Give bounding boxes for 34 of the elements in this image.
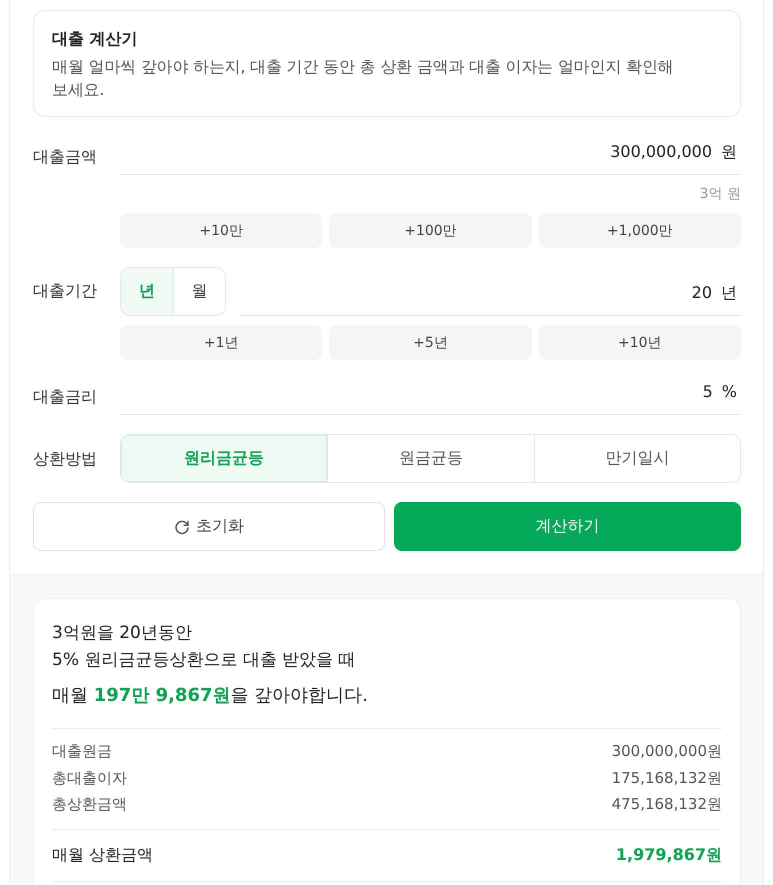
card-description: 매월 얼마씩 갚아야 하는지, 대출 기간 동안 총 상환 금액과 대출 이자는 얼마인지 확인해 보세요. xyxy=(52,56,674,101)
monthly-payment-value: 1,979,867원 xyxy=(616,844,722,866)
reset-button[interactable]: 초기화 xyxy=(33,502,385,551)
unit-label: 원 xyxy=(721,141,737,163)
unit-toggle-option[interactable]: 월 xyxy=(173,268,225,315)
add-amount-button[interactable]: +1,000만 xyxy=(538,213,741,248)
detail-label: 총대출이자 xyxy=(52,768,127,788)
add-period-button[interactable]: +10년 xyxy=(538,325,741,360)
field-label: 대출금액 xyxy=(33,146,98,168)
detail-value: 300,000,000원 xyxy=(612,741,722,762)
refresh-icon xyxy=(174,518,190,534)
add-amount-button[interactable]: +10만 xyxy=(120,213,322,248)
amount-hint: 3억 원 xyxy=(698,185,741,204)
card-title: 대출 계산기 xyxy=(52,28,139,50)
amount-input[interactable]: 300,000,000 xyxy=(120,141,712,163)
unit-label: 년 xyxy=(721,282,737,304)
result-summary: 3억원을 20년동안 xyxy=(52,622,193,645)
result-summary: 5% 원리금균등상환으로 대출 받았을 때 xyxy=(52,649,357,672)
field-label: 상환방법 xyxy=(33,448,98,470)
repayment-method-option[interactable]: 만기일시 xyxy=(534,435,740,482)
add-period-button[interactable]: +5년 xyxy=(329,325,532,360)
detail-value: 475,168,132원 xyxy=(612,794,722,815)
unit-label: % xyxy=(722,381,737,403)
field-label: 대출금리 xyxy=(33,386,98,408)
detail-label: 대출원금 xyxy=(52,741,112,762)
add-amount-button[interactable]: +100만 xyxy=(329,213,532,248)
field-label: 대출기간 xyxy=(33,280,98,302)
monthly-payment-sentence: 매월 197만 9,867원을 갚아야합니다. xyxy=(52,684,369,708)
detail-value: 175,168,132원 xyxy=(612,768,722,788)
detail-label: 총상환금액 xyxy=(52,794,127,815)
add-period-button[interactable]: +1년 xyxy=(120,325,322,360)
monthly-payment-label: 매월 상환금액 xyxy=(52,844,154,866)
rate-input[interactable]: 5 xyxy=(120,381,713,403)
period-input[interactable]: 20 xyxy=(239,282,712,304)
